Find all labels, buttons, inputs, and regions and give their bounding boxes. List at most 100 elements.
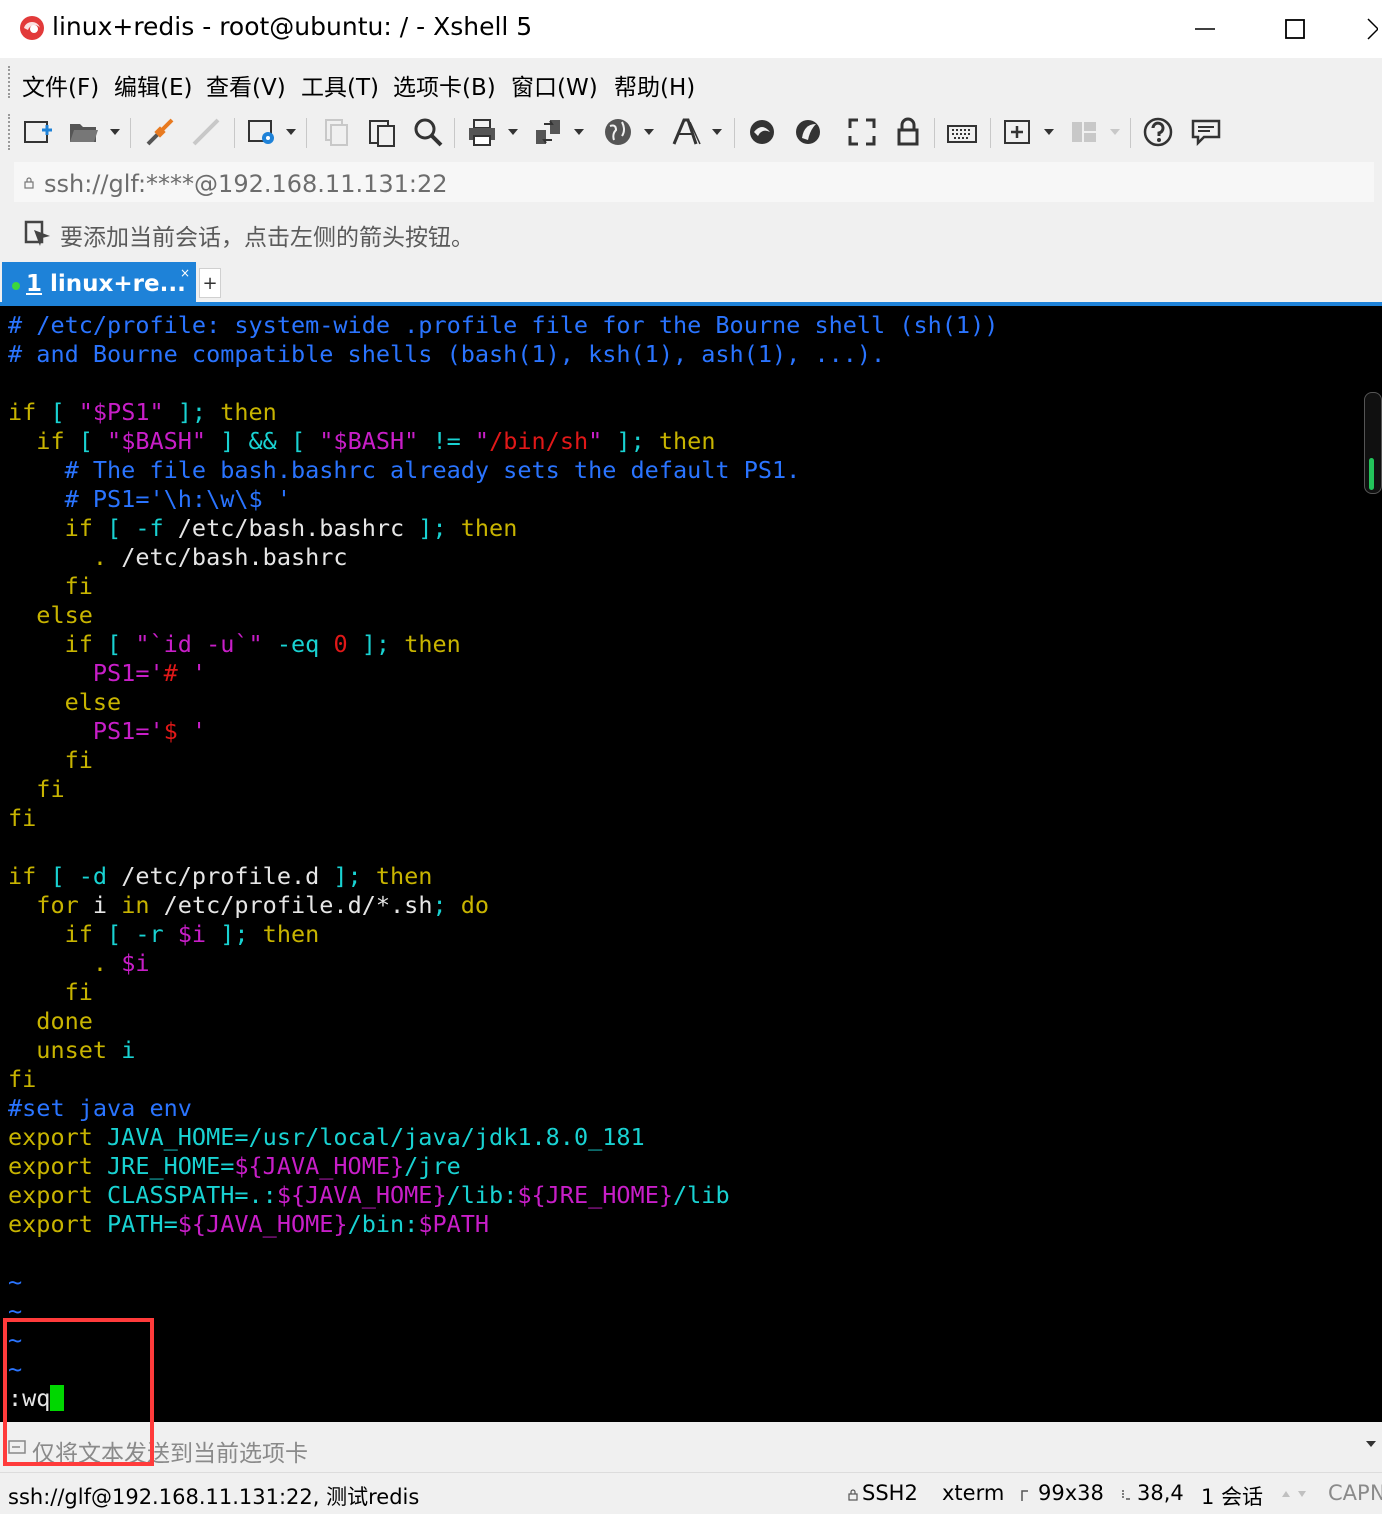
menu-file[interactable]: 文件(F) — [22, 68, 99, 102]
terminal-text-segment: then — [375, 862, 433, 890]
terminal-text-segment: /lib: — [446, 1181, 518, 1209]
terminal-text-segment: # — [163, 659, 192, 687]
layout-dropdown[interactable] — [1110, 124, 1120, 140]
terminal-line: done — [8, 1007, 93, 1036]
transfer-dropdown[interactable] — [574, 124, 584, 140]
font-dropdown[interactable] — [712, 124, 722, 140]
add-tab-dropdown[interactable] — [1044, 124, 1054, 140]
disconnect-button[interactable] — [188, 114, 224, 150]
terminal-text-segment: then — [658, 427, 716, 455]
terminal-line: # /etc/profile: system-wide .profile fil… — [8, 311, 998, 340]
font-button[interactable] — [668, 114, 704, 150]
open-folder-button[interactable] — [66, 114, 102, 150]
menu-edit[interactable]: 编辑(E) — [114, 68, 192, 102]
globe-button[interactable] — [600, 114, 636, 150]
close-button[interactable] — [1350, 4, 1382, 54]
status-size: 99x38 — [1038, 1481, 1104, 1505]
new-tab-button[interactable]: + — [199, 268, 221, 298]
address-field[interactable]: ssh://glf:****@192.168.11.131:22 — [14, 162, 1374, 202]
title-bar: linux+redis - root@ubuntu: / - Xshell 5 — [0, 0, 1382, 58]
minimize-button[interactable] — [1170, 4, 1240, 54]
menu-window[interactable]: 窗口(W) — [511, 68, 598, 102]
terminal-text-segment: JRE_HOME= — [92, 1152, 235, 1180]
layout-button[interactable] — [1066, 114, 1102, 150]
terminal-text-segment: "$BASH" — [107, 427, 207, 455]
tab-label: 1 linux+re... — [26, 271, 186, 297]
print-button[interactable] — [464, 114, 500, 150]
open-dropdown[interactable] — [110, 124, 120, 140]
terminal-text-segment: do — [460, 891, 490, 919]
compose-dropdown-icon[interactable] — [1366, 1440, 1376, 1448]
menu-view[interactable]: 查看(V) — [206, 68, 286, 102]
window-title: linux+redis - root@ubuntu: / - Xshell 5 — [52, 12, 533, 41]
toolbar-separator — [454, 118, 455, 148]
add-session-arrow-icon[interactable] — [24, 220, 52, 248]
terminal-text-segment: unset — [8, 1036, 108, 1064]
up-down-arrows-icon[interactable] — [1280, 1487, 1310, 1503]
chat-button[interactable] — [1188, 114, 1224, 150]
xagent-button[interactable] — [790, 114, 826, 150]
terminal-line: fi — [8, 978, 93, 1007]
cursor-position-icon — [1122, 1490, 1130, 1500]
menu-help[interactable]: 帮助(H) — [614, 68, 695, 102]
paste-button[interactable] — [364, 114, 400, 150]
terminal-line: for i in /etc/profile.d/*.sh; do — [8, 891, 489, 920]
terminal-line: else — [8, 601, 93, 630]
terminal-line: export JAVA_HOME=/usr/local/java/jdk1.8.… — [8, 1123, 645, 1152]
caret-down-icon — [286, 129, 296, 135]
terminal-text-segment: /etc/profile.d — [121, 862, 320, 890]
terminal-text-segment: #set java env — [8, 1094, 192, 1122]
terminal-text-segment: /lib — [673, 1181, 730, 1209]
transfer-button[interactable] — [530, 114, 566, 150]
new-session-icon — [24, 121, 52, 143]
connect-button[interactable] — [142, 114, 178, 150]
terminal-text-segment: 0 — [333, 630, 348, 658]
terminal-text-segment: JAVA_HOME= — [92, 1123, 249, 1151]
terminal-text-segment: [ — [64, 427, 108, 455]
keyboard-button[interactable] — [944, 114, 980, 150]
terminal-text-segment: if — [8, 920, 93, 948]
terminal-text-segment: /etc/profile.d/*.sh — [149, 891, 433, 919]
menu-tools[interactable]: 工具(T) — [301, 68, 379, 102]
session-properties-button[interactable] — [244, 114, 280, 150]
terminal-line: PS1='# ' — [8, 659, 206, 688]
add-tab-button[interactable] — [1000, 114, 1036, 150]
terminal-text-segment: fi — [8, 746, 93, 774]
terminal-text-segment: then — [460, 514, 518, 542]
terminal-area[interactable]: # /etc/profile: system-wide .profile fil… — [0, 306, 1382, 1422]
address-text: ssh://glf:****@192.168.11.131:22 — [44, 170, 448, 198]
compose-bar: 仅将文本发送到当前选项卡 — [0, 1422, 1382, 1472]
terminal-text-segment: PS1= — [8, 717, 150, 745]
find-button[interactable] — [410, 114, 446, 150]
toolbar-separator — [934, 118, 935, 148]
menu-tabs[interactable]: 选项卡(B) — [393, 68, 496, 102]
connect-icon — [146, 118, 174, 146]
address-bar: ssh://glf:****@192.168.11.131:22 — [0, 158, 1382, 204]
terminal-text-segment: " — [474, 427, 490, 455]
terminal-text-segment: ; — [432, 891, 461, 919]
terminal-text-segment: fi — [8, 804, 37, 832]
terminal-text-segment: export — [8, 1123, 93, 1151]
status-connection: ssh://glf@192.168.11.131:22, 测试redis — [8, 1485, 420, 1509]
fullscreen-button[interactable] — [844, 114, 880, 150]
properties-dropdown[interactable] — [286, 124, 296, 140]
tab-session-1[interactable]: 1 linux+re... × — [2, 262, 196, 304]
new-session-button[interactable] — [20, 114, 56, 150]
help-button[interactable] — [1140, 114, 1176, 150]
print-dropdown[interactable] — [508, 124, 518, 140]
copy-button[interactable] — [318, 114, 354, 150]
lock-button[interactable] — [890, 114, 926, 150]
scrollbar-thumb[interactable] — [1369, 458, 1374, 490]
terminal-text-segment: if — [8, 862, 37, 890]
lock-icon — [24, 177, 34, 189]
globe-dropdown[interactable] — [644, 124, 654, 140]
toolbar-separator — [130, 118, 131, 148]
layout-icon — [1072, 122, 1096, 142]
tab-close-icon[interactable]: × — [180, 266, 190, 280]
toolbar-grip — [8, 114, 13, 150]
maximize-button[interactable] — [1260, 4, 1330, 54]
terminal-text-segment: `" — [234, 630, 263, 658]
xftp-button[interactable] — [744, 114, 780, 150]
terminal-text-segment: # PS1='\h:\w\$ ' — [8, 485, 291, 513]
terminal-line: fi — [8, 804, 36, 833]
